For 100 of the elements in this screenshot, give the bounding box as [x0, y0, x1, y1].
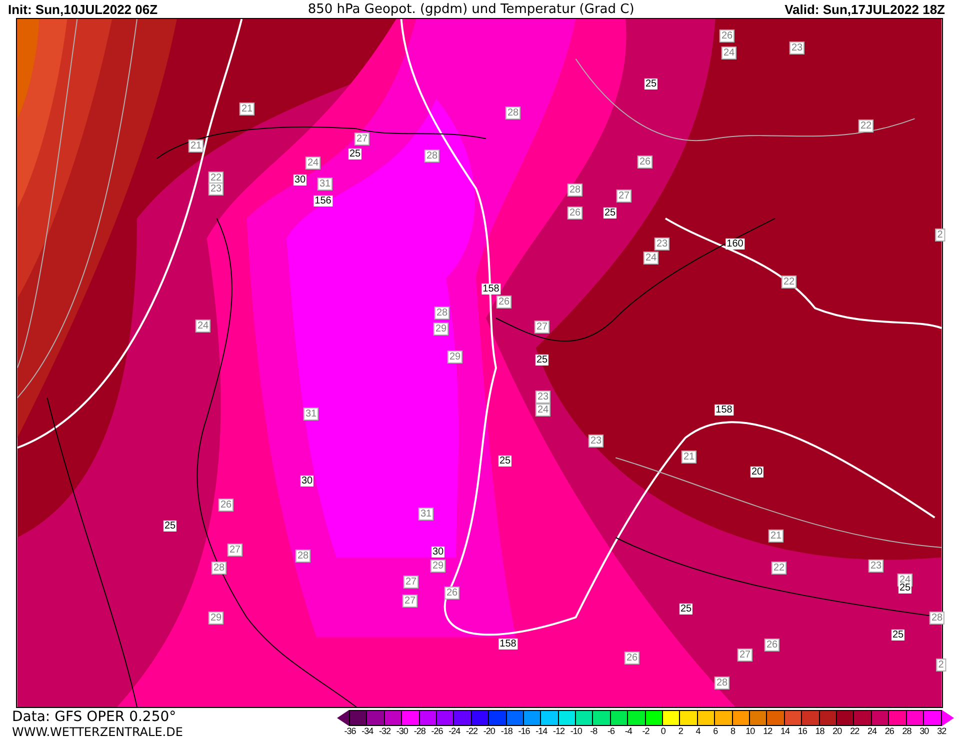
legend-label: 30: [920, 726, 929, 737]
contour-label: 22: [781, 276, 797, 288]
contour-label: 23: [868, 560, 884, 572]
legend-label: -36: [344, 726, 356, 737]
legend-label: -22: [466, 726, 478, 737]
contour-label: 21: [188, 140, 204, 152]
contour-label: 160: [726, 238, 744, 250]
contour-label: 25: [603, 208, 617, 218]
contour-label: 25: [535, 354, 549, 366]
legend-label: -4: [624, 726, 632, 737]
contour-label: 21: [768, 530, 784, 542]
contour-label: 25: [498, 456, 512, 466]
contour-label: 31: [418, 508, 434, 520]
contour-label: 29: [447, 350, 463, 364]
contour-label: 29: [208, 612, 224, 624]
legend-label: 10: [746, 726, 755, 737]
contour-label: 26: [719, 30, 735, 42]
map-title: 850 hPa Geopot. (gpdm) und Temperatur (Grad C): [308, 2, 634, 16]
contour-label: 158: [714, 404, 734, 416]
contour-label: 28: [424, 150, 440, 162]
contour-label: 27: [403, 576, 419, 588]
contour-label: 27: [534, 320, 550, 334]
contour-label: 26: [567, 206, 583, 220]
contour-label: 26: [764, 638, 780, 652]
contour-label: 28: [929, 612, 945, 624]
contour-label: 30: [293, 174, 307, 186]
contour-label: 25: [891, 630, 905, 640]
contour-label: 24: [535, 404, 551, 416]
contour-label: 23: [535, 390, 551, 404]
contour-label: 28: [295, 550, 311, 562]
contour-label: 24: [721, 46, 737, 60]
legend-label: 12: [763, 726, 772, 737]
legend-label: -24: [448, 726, 460, 737]
contour-label: 28: [567, 184, 583, 196]
legend-label: 8: [730, 726, 736, 737]
contour-label: 26: [218, 498, 234, 512]
legend-label: -10: [570, 726, 582, 737]
contour-label: 28: [211, 562, 227, 574]
data-source: Data: GFS OPER 0.250°: [12, 710, 178, 725]
contour-label: 24: [305, 156, 321, 170]
contour-label: 27: [354, 132, 370, 146]
legend-label: 18: [815, 726, 824, 737]
contour-label: 21: [239, 102, 255, 116]
legend-label: -2: [642, 726, 650, 737]
contour-label: 31: [303, 408, 319, 420]
contour-label: 23: [208, 182, 224, 196]
contour-label: 22: [771, 562, 787, 574]
legend-label: -20: [483, 726, 495, 737]
init-time: Init: Sun,10JUL2022 06Z: [8, 2, 158, 16]
legend-label: -28: [414, 726, 426, 737]
legend-label: -16: [518, 726, 530, 737]
contour-label: 28: [714, 676, 730, 690]
arrow-left-icon: [337, 710, 349, 726]
contour-label: 27: [402, 594, 418, 608]
contour-label: 31: [317, 178, 333, 190]
contour-label: 27: [616, 190, 632, 202]
contour-label: 22: [858, 120, 874, 132]
legend-label: 24: [868, 726, 876, 737]
legend-label: 28: [902, 726, 912, 737]
contour-label: 30: [300, 476, 314, 486]
contour-label: 28: [434, 306, 450, 320]
contour-label: 21: [681, 450, 697, 464]
contour-label: 27: [227, 544, 243, 556]
contour-label: 158: [482, 284, 500, 294]
contour-label: 25: [644, 78, 658, 90]
contour-label: 26: [496, 296, 512, 308]
legend-label: -34: [362, 726, 374, 737]
contour-label: 20: [750, 466, 764, 478]
contour-label: 158: [498, 638, 518, 650]
contour-label: 26: [637, 156, 653, 168]
legend-label: -14: [536, 726, 548, 737]
contour-label: 23: [588, 434, 604, 448]
contour-label: 2: [935, 228, 945, 242]
legend-label: 26: [884, 726, 894, 737]
legend-label: -26: [431, 726, 443, 737]
legend-label: -6: [608, 726, 614, 737]
valid-time: Valid: Sun,17JUL2022 18Z: [784, 2, 945, 16]
contour-label: 30: [431, 546, 445, 558]
legend-label: 22: [850, 726, 860, 737]
contour-label: 156: [314, 196, 332, 206]
legend-label: -8: [590, 726, 598, 737]
contour-label: 28: [505, 106, 521, 120]
legend-label: -12: [553, 726, 565, 737]
legend-label: 2: [678, 726, 683, 737]
contour-label: 23: [789, 42, 805, 54]
legend-label: 14: [780, 726, 790, 737]
contour-label: 27: [737, 648, 753, 662]
legend-label: -30: [396, 726, 408, 737]
legend-label: 4: [696, 726, 700, 737]
contour-label: 24: [643, 252, 659, 264]
legend-label: 6: [713, 726, 718, 737]
legend-label: -18: [500, 726, 512, 737]
legend-label: 16: [798, 726, 807, 737]
contour-label: 2: [936, 658, 946, 672]
contour-label: 24: [195, 320, 211, 332]
contour-label: 26: [624, 652, 640, 664]
contour-label: 25: [679, 604, 693, 614]
contour-label: 29: [433, 322, 449, 336]
contour-label: 29: [430, 560, 446, 572]
legend-label: -32: [379, 726, 391, 737]
